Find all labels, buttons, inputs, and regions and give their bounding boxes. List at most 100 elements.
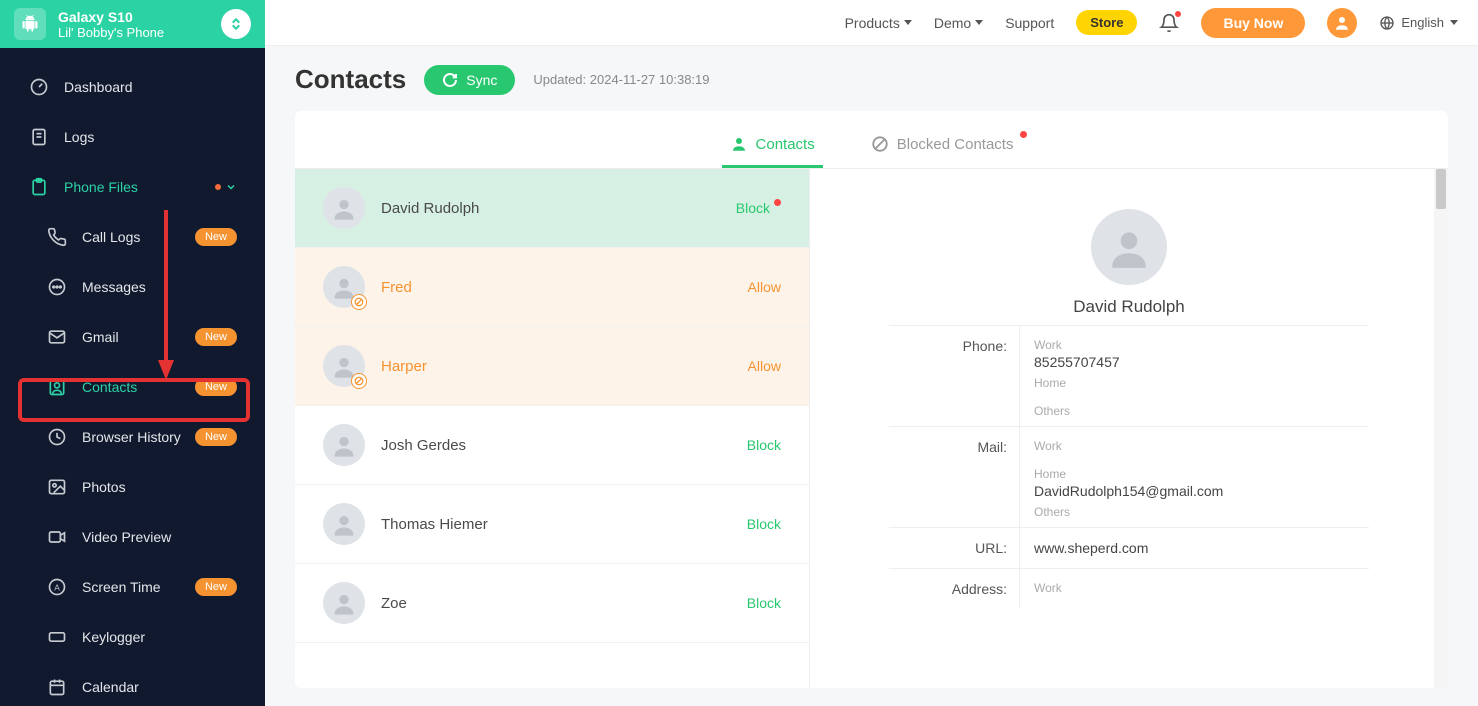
nav-label: Call Logs [82,229,140,245]
nav-contacts[interactable]: Contacts New [0,362,265,412]
new-badge: New [195,578,237,596]
contact-list: David RudolphBlock Fred Allow Harper Allow Jo… [295,169,810,688]
user-avatar[interactable] [1327,8,1357,38]
detail-url-label: URL: [889,528,1019,568]
contact-detail: David Rudolph Phone: Work 85255707457 Ho… [810,169,1448,688]
field-sublabel: Work [1034,439,1361,453]
nav-label: Photos [82,479,126,495]
topbar-label: Support [1005,15,1054,31]
store-badge[interactable]: Store [1076,10,1137,35]
contact-action-block[interactable]: Block [736,200,781,216]
nav-keylogger[interactable]: Keylogger [0,612,265,662]
new-badge: New [195,428,237,446]
bell-icon[interactable] [1159,13,1179,33]
field-sublabel: Others [1034,404,1361,418]
nav-photos[interactable]: Photos [0,462,265,512]
field-sublabel: Work [1034,338,1361,352]
topbar-support[interactable]: Support [1005,15,1054,31]
nav-label: Browser History [82,429,181,445]
contact-row[interactable]: Josh Gerdes Block [295,406,809,485]
nav-call-logs[interactable]: Call Logs New [0,212,265,262]
android-icon [14,8,46,40]
topbar-products[interactable]: Products [845,15,912,31]
refresh-icon [442,72,458,88]
nav-video-preview[interactable]: Video Preview [0,512,265,562]
sidebar-nav: Dashboard Logs Phone Files Call Logs New [0,48,265,706]
detail-mail-label: Mail: [889,427,1019,527]
image-icon [46,476,68,498]
chevron-down-icon [904,20,912,25]
phone-icon [46,226,68,248]
new-badge: New [195,378,237,396]
device-header[interactable]: Galaxy S10 Lil' Bobby's Phone [0,0,265,48]
mail-home-value: DavidRudolph154@gmail.com [1034,483,1361,499]
buy-now-button[interactable]: Buy Now [1201,8,1305,38]
svg-text:A: A [54,582,60,592]
chevron-down-icon [975,20,983,25]
block-icon [871,135,889,153]
chevron-down-icon [225,181,237,193]
avatar-icon [323,345,365,387]
updated-timestamp: Updated: 2024-11-27 10:38:19 [533,72,709,87]
screentime-icon: A [46,576,68,598]
phone-work-value: 85255707457 [1034,354,1361,370]
nav-screen-time[interactable]: A Screen Time New [0,562,265,612]
contact-row[interactable]: Zoe Block [295,564,809,643]
notification-dot [774,199,781,206]
tab-blocked-contacts[interactable]: Blocked Contacts [863,121,1022,168]
file-icon [28,126,50,148]
detail-avatar-icon [1091,209,1167,285]
new-badge: New [195,328,237,346]
nav-label: Dashboard [64,79,133,95]
contact-name: Zoe [381,595,731,612]
contact-name: Josh Gerdes [381,437,731,454]
contact-name: Fred [381,279,732,296]
detail-contact-name: David Rudolph [889,297,1369,317]
contact-action-allow[interactable]: Allow [748,279,781,295]
history-icon [46,426,68,448]
topbar-demo[interactable]: Demo [934,15,983,31]
nav-dashboard[interactable]: Dashboard [0,62,265,112]
detail-scrollbar[interactable] [1434,169,1448,688]
sync-label: Sync [466,72,497,88]
contact-action-block[interactable]: Block [747,516,781,532]
contact-row[interactable]: Harper Allow [295,327,809,406]
sync-button[interactable]: Sync [424,65,515,95]
contact-action-block[interactable]: Block [747,595,781,611]
contact-action-allow[interactable]: Allow [748,358,781,374]
main: Products Demo Support Store Buy Now Engl… [265,0,1478,706]
keyboard-icon [46,626,68,648]
nav-messages[interactable]: Messages [0,262,265,312]
nav-label: Messages [82,279,146,295]
video-icon [46,526,68,548]
contact-row[interactable]: Thomas HiemerBlock [295,485,809,564]
nav-phone-files[interactable]: Phone Files [0,162,265,212]
field-sublabel: Home [1034,376,1361,390]
nav-label: Keylogger [82,629,145,645]
nav-label: Logs [64,129,94,145]
tab-contacts[interactable]: Contacts [722,121,823,168]
blocked-indicator-icon [351,294,367,310]
language-selector[interactable]: English [1379,15,1458,31]
notification-dot [1020,131,1027,138]
swap-device-icon[interactable] [221,9,251,39]
avatar-icon [323,503,365,545]
nav-calendar[interactable]: Calendar [0,662,265,706]
device-sub: Lil' Bobby's Phone [58,25,209,40]
contact-action-block[interactable]: Block [747,437,781,453]
new-badge: New [195,228,237,246]
nav-browser-history[interactable]: Browser History New [0,412,265,462]
nav-gmail[interactable]: Gmail New [0,312,265,362]
nav-label: Contacts [82,379,137,395]
avatar-icon [323,582,365,624]
contact-row[interactable]: David RudolphBlock [295,169,809,248]
contact-name: Harper [381,358,732,375]
nav-logs[interactable]: Logs [0,112,265,162]
blocked-indicator-icon [351,373,367,389]
nav-label: Calendar [82,679,139,695]
language-label: English [1401,15,1444,30]
contact-row[interactable]: Fred Allow [295,248,809,327]
nav-label: Screen Time [82,579,161,595]
page-head: Contacts Sync Updated: 2024-11-27 10:38:… [295,64,1448,95]
contacts-panel: Contacts Blocked Contacts David RudolphB… [295,111,1448,688]
